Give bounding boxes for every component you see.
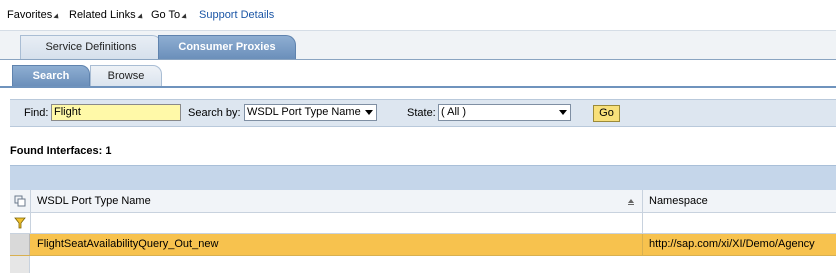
menu-related-links-label: Related Links [69,9,136,21]
state-value: ( All ) [441,106,467,118]
chevron-down-icon [559,110,567,115]
state-select[interactable]: ( All ) [438,104,571,121]
dropdown-arrow-icon [137,13,145,21]
cell-wsdl-port-type-name[interactable]: FlightSeatAvailabilityQuery_Out_new [31,234,643,255]
table-header: WSDL Port Type Name Namespace [10,190,836,213]
chevron-down-icon [365,110,373,115]
column-header-wsdl-port-type-name[interactable]: WSDL Port Type Name [31,190,643,212]
support-details-link[interactable]: Support Details [199,9,274,21]
column-header-label: Namespace [649,195,708,207]
dropdown-arrow-icon [53,13,61,21]
state-label: State: [407,107,436,119]
column-header-namespace[interactable]: Namespace [643,190,836,212]
table-empty-row [10,256,836,273]
search-by-value: WSDL Port Type Name [247,106,361,118]
table-row[interactable]: FlightSeatAvailabilityQuery_Out_new http… [10,234,836,256]
found-count: Found Interfaces: 1 [10,145,112,157]
tab-search[interactable]: Search [12,65,90,86]
menu-go-to-label: Go To [151,9,181,21]
go-button[interactable]: Go [593,105,620,122]
select-all-cell[interactable] [10,190,31,212]
tab-browse[interactable]: Browse [90,65,162,86]
menu-favorites[interactable]: Favorites [7,9,61,21]
sort-icon [628,199,634,203]
tab-service-definitions[interactable]: Service Definitions [20,35,162,59]
find-input[interactable]: Flight [51,104,181,121]
menu-go-to[interactable]: Go To [151,9,189,21]
filter-icon [14,217,26,229]
filter-toggle-cell[interactable] [10,213,31,233]
top-tab-strip: Service Definitions Consumer Proxies [0,30,836,61]
dropdown-arrow-icon [181,13,189,21]
find-label: Find: [24,107,49,119]
table-filter-row [10,213,836,234]
tab-consumer-proxies[interactable]: Consumer Proxies [158,35,296,59]
sort-icon-bar [628,204,634,205]
search-bar: Find: Flight Search by: WSDL Port Type N… [10,99,836,127]
search-by-select[interactable]: WSDL Port Type Name [244,104,377,121]
search-by-label: Search by: [188,107,241,119]
row-selector[interactable] [10,234,30,255]
filter-input-namespace[interactable] [643,213,836,233]
row-selector[interactable] [10,256,30,273]
menu-favorites-label: Favorites [7,9,53,21]
column-header-label: WSDL Port Type Name [37,195,151,207]
sub-tab-strip: Search Browse [0,60,836,88]
cell-namespace[interactable]: http://sap.com/xi/XI/Demo/Agency [643,234,836,255]
filter-input-wsdl-port-type-name[interactable] [31,213,643,233]
menu-bar: Favorites Related Links Go To Support De… [0,0,836,30]
select-all-icon [14,195,26,207]
table-toolbar [10,165,836,191]
menu-related-links[interactable]: Related Links [69,9,145,21]
